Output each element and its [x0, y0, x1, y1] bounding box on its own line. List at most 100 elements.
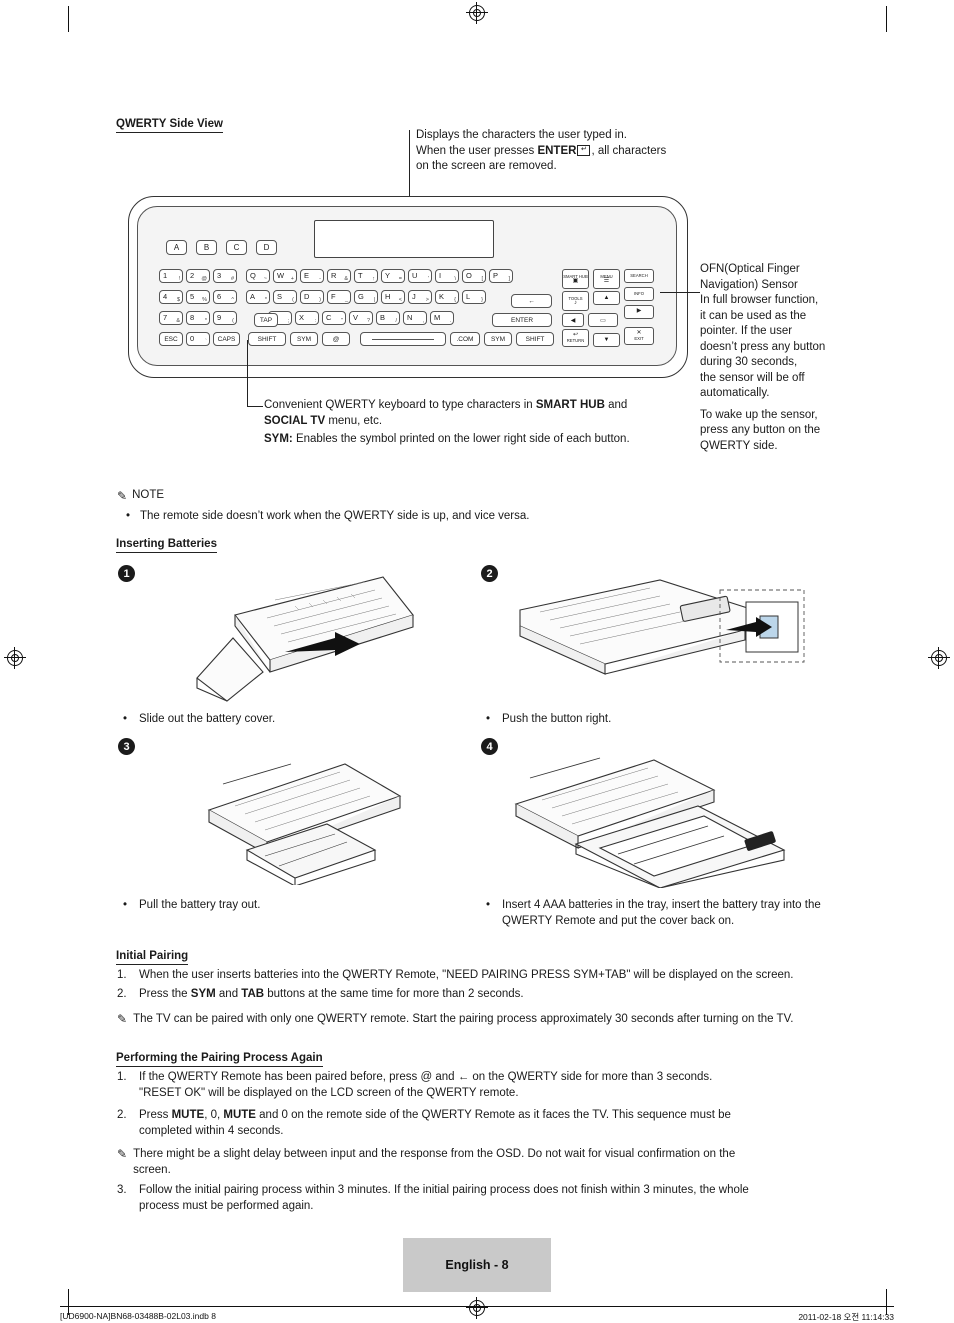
step-number: 3 [123, 740, 130, 753]
note-item-text: The remote side doesn’t work when the QW… [140, 510, 530, 522]
key-5: 5% [186, 290, 210, 304]
key-label: F [331, 292, 336, 301]
bullet-dot: • [123, 899, 128, 911]
key-label: H [385, 292, 391, 301]
key-label: .COM [456, 335, 474, 343]
callout-ofn-text: OFN(Optical Finger Navigation) Sensor In… [700, 262, 860, 454]
key-label: O [466, 271, 472, 280]
key-sub-label: ^ [231, 297, 234, 303]
callout-ofn-p1: In full browser function, [700, 294, 819, 306]
key-e: E- [300, 269, 324, 283]
footer-file-info: [UD6900-NA]BN68-03488B-02L03.indb 8 [60, 1311, 216, 1321]
key-search: SEARCH [624, 269, 654, 283]
kb-line2-post: menu, etc. [325, 414, 383, 427]
ip-mid: and [215, 987, 242, 1000]
key-right-arrow: ▶ [624, 305, 654, 319]
key-sub-label: > [425, 297, 429, 303]
key-label: V [353, 313, 359, 322]
key-down: ▼ [593, 333, 620, 347]
step-badge-3: 3 [118, 738, 135, 755]
callout-ofn-title2: Navigation) Sensor [700, 278, 798, 291]
key-label: Y [385, 271, 391, 280]
key-label: S [277, 292, 283, 301]
key-sub-label: { [454, 297, 456, 303]
pa-note-line1: There might be a slight delay between in… [133, 1148, 736, 1160]
key-label: A [173, 243, 180, 252]
key-sub-label: = [398, 276, 402, 282]
pairing-again-note: ✎ There might be a slight delay between … [117, 1147, 857, 1178]
key-label: W [277, 271, 285, 280]
list-text: Press MUTE, 0, MUTE and 0 on the remote … [139, 1108, 731, 1139]
bullet-dot: • [486, 713, 491, 725]
key-h: H < [381, 290, 405, 304]
key-b: B [196, 240, 217, 255]
key-left: ◀ [562, 313, 584, 327]
step-badge-2: 2 [481, 565, 498, 582]
key-sub-label: , [422, 318, 424, 324]
list-item: 1. When the user inserts batteries into … [117, 968, 847, 984]
ip-sym: SYM [190, 987, 216, 1000]
key-label: 5 [190, 292, 195, 301]
callout-ofn-p9: press any button on the [700, 424, 821, 436]
key-label: TAP [259, 316, 273, 324]
callout-lcd-line2-post: , all characters [591, 144, 667, 157]
pa2-line2: completed within 4 seconds. [139, 1124, 284, 1137]
key-sub-label: \ [454, 276, 456, 282]
key-label: B [203, 243, 210, 252]
key-0: 0 ` [186, 332, 210, 346]
menu-icon: ☰ [603, 278, 610, 284]
key-label: K [439, 292, 445, 301]
key-c: C [226, 240, 247, 255]
key-sub-label: < [398, 297, 402, 303]
step-caption-2: • Push the button right. [486, 712, 826, 728]
callout-keyboard-line1: Convenient QWERTY keyboard to type chara… [264, 398, 684, 414]
section-qwerty-side-view: QWERTY Side View [116, 114, 223, 133]
step-caption-text: Pull the battery tray out. [139, 899, 261, 911]
pairing-again-list: 1. If the QWERTY Remote has been paired … [117, 1070, 857, 1104]
key-label: J [412, 292, 416, 301]
key-label: 8 [190, 313, 195, 322]
key-label: A [250, 292, 256, 301]
callout-keyboard-leader-vertical [247, 340, 248, 406]
key-4: 4 $ [159, 290, 183, 304]
arrow-left-icon: ◀ [570, 317, 576, 324]
key-y: Y = [381, 269, 405, 283]
key-label: X [299, 313, 305, 322]
key-6: 6 ^ [213, 290, 237, 304]
registration-mark-left [4, 647, 26, 669]
key-label: SHIFT [257, 335, 277, 343]
list-number: 2. [117, 987, 127, 1000]
key-m: M. [430, 311, 454, 325]
key-sub-label: } [481, 297, 483, 303]
step-caption-text: Slide out the battery cover. [139, 713, 276, 725]
key-label: D [263, 243, 270, 252]
key-label: SYM [490, 335, 506, 343]
list-text: Press the SYM and TAB buttons at the sam… [139, 987, 524, 1003]
key-label: R [331, 271, 337, 280]
key-enter: ENTER [492, 313, 552, 327]
callout-ofn-p5: during 30 seconds, [700, 356, 798, 368]
section-title: QWERTY Side View [116, 118, 223, 133]
step-number: 1 [123, 567, 130, 580]
key-p: P] [489, 269, 513, 283]
key-label: 2 [190, 271, 195, 280]
key-menu: MENU ☰ [593, 269, 620, 289]
key-a: A [166, 240, 187, 255]
pa1-line2: "RESET OK" will be displayed on the LCD … [139, 1086, 519, 1099]
step-caption-3: • Pull the battery tray out. [123, 898, 453, 914]
section-title: Inserting Batteries [116, 538, 217, 553]
key-sub-label: " [341, 318, 343, 324]
callout-ofn-leader [660, 292, 700, 293]
callout-lcd-line1: Displays the characters the user typed i… [416, 129, 627, 141]
pa1-line1: If the QWERTY Remote has been paired bef… [139, 1071, 713, 1083]
pa2-mute1: MUTE [171, 1109, 205, 1121]
key-sub-label: + [290, 276, 294, 282]
list-number: 1. [117, 969, 127, 981]
key-shift-right: SHIFT [516, 332, 554, 346]
key-sub-label: $ [176, 297, 180, 303]
bullet-dot: • [123, 713, 128, 725]
page-number-label: English - 8 [445, 1258, 509, 1272]
key-at: @ [322, 332, 350, 346]
key-k: K{ [435, 290, 459, 304]
kb-social-tv: SOCIAL TV [264, 414, 326, 427]
